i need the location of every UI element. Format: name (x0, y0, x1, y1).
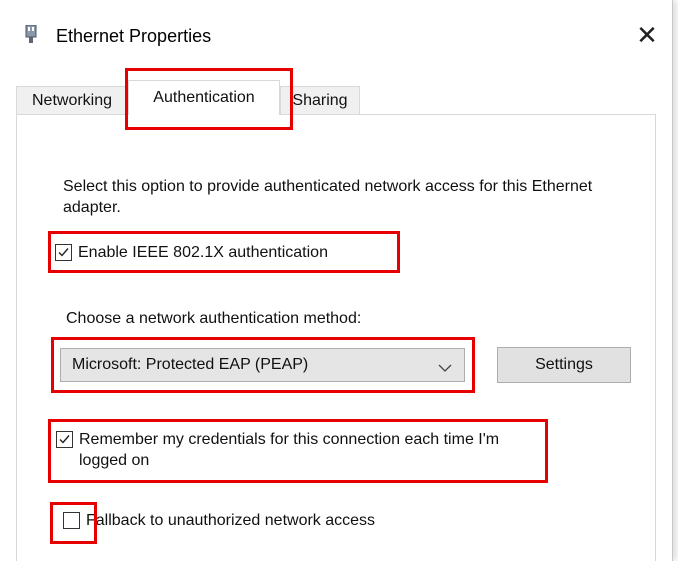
auth-method-value: Microsoft: Protected EAP (PEAP) (72, 356, 309, 373)
description-text: Select this option to provide authentica… (63, 178, 593, 216)
auth-method-select[interactable]: Microsoft: Protected EAP (PEAP) (60, 348, 465, 382)
remember-credentials-checkbox[interactable] (56, 431, 73, 448)
enable-ieee-label: Enable IEEE 802.1X authentication (78, 244, 328, 261)
enable-ieee-checkbox-row[interactable]: Enable IEEE 802.1X authentication (55, 242, 328, 263)
properties-window: Ethernet Properties ✕ Networking Authent… (0, 0, 673, 561)
chevron-down-icon (438, 360, 452, 378)
tab-networking[interactable]: Networking (16, 86, 128, 114)
close-button[interactable]: ✕ (630, 18, 664, 52)
network-adapter-icon (24, 24, 38, 45)
remember-credentials-label: Remember my credentials for this connect… (79, 431, 500, 469)
fallback-checkbox[interactable] (63, 512, 80, 529)
checkmark-icon (59, 435, 70, 444)
checkmark-icon (58, 248, 69, 257)
enable-ieee-checkbox[interactable] (55, 244, 72, 261)
fallback-label: Fallback to unauthorized network access (86, 512, 376, 529)
settings-button[interactable]: Settings (497, 347, 631, 383)
fallback-checkbox-row[interactable]: Fallback to unauthorized network access (63, 510, 375, 531)
remember-credentials-checkbox-row[interactable]: Remember my credentials for this connect… (56, 429, 536, 471)
method-label: Choose a network authentication method: (66, 310, 362, 327)
tab-sharing[interactable]: Sharing (280, 86, 360, 114)
close-icon: ✕ (636, 20, 658, 50)
tab-strip: Networking Authentication Sharing (16, 80, 656, 115)
tab-authentication[interactable]: Authentication (128, 80, 280, 115)
title-bar: Ethernet Properties ✕ (0, 0, 672, 72)
window-title: Ethernet Properties (56, 26, 212, 46)
